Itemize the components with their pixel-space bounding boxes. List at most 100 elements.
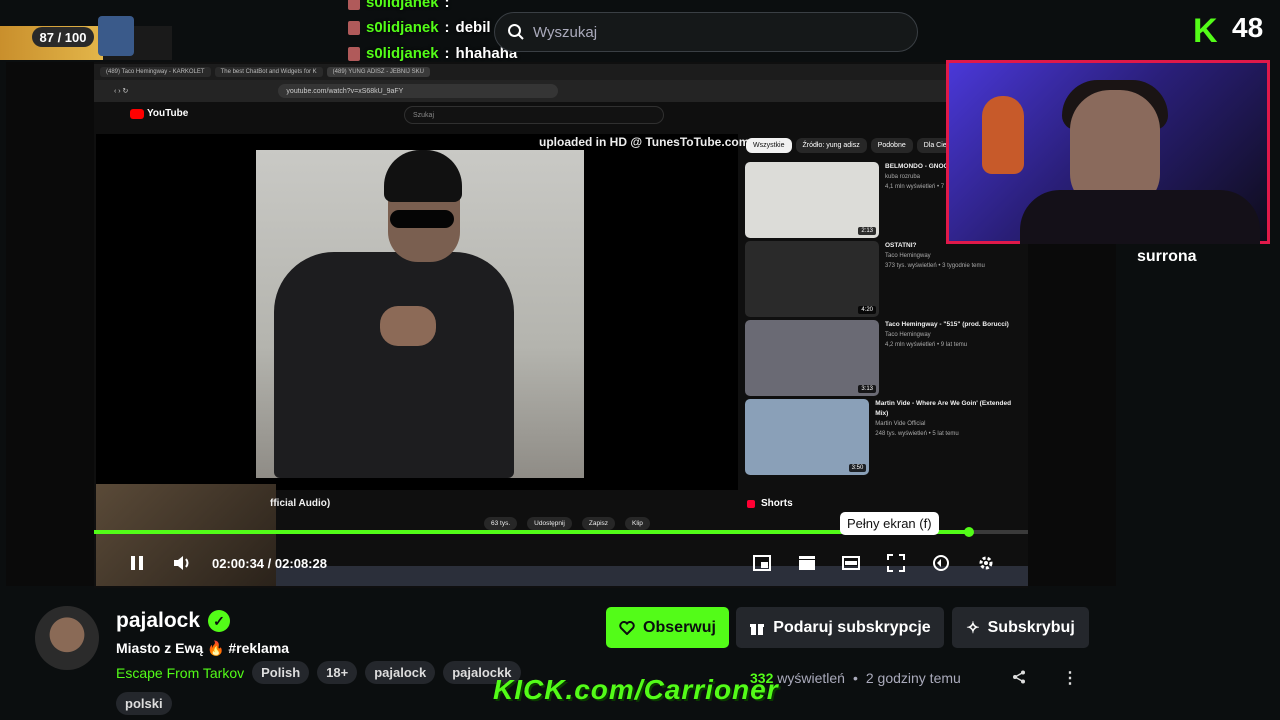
theater-icon [842, 556, 860, 570]
current-time: 02:00:34 [212, 556, 265, 571]
shorts-label: Shorts [761, 498, 793, 509]
gift-label: Podaruj subskrypcje [773, 618, 931, 636]
search-input[interactable]: Wyszukaj [494, 12, 918, 52]
gift-sub-button[interactable]: Podaruj subskrypcje [736, 607, 944, 648]
youtube-filter-chips: Wszystkie Źródło: yung adisz Podobne Dla… [746, 138, 964, 153]
subscribe-label: Subskrybuj [987, 618, 1075, 636]
follow-button[interactable]: Obserwuj [606, 607, 729, 648]
subscribe-button[interactable]: ✧ Subskrybuj [952, 607, 1089, 648]
channel-name[interactable]: pajalock [116, 609, 200, 633]
chat-message: s0lidjanek : debil [348, 19, 491, 36]
chat-text: debil [455, 19, 491, 36]
tag[interactable]: Polish [252, 661, 310, 684]
miniplayer-button[interactable] [751, 552, 773, 574]
goal-avatar [98, 16, 134, 56]
settings-button[interactable] [975, 552, 997, 574]
clip-button[interactable] [796, 552, 818, 574]
share-button[interactable] [1012, 670, 1026, 687]
heart-icon [619, 620, 635, 635]
chat-separator: : [444, 45, 450, 62]
rec-title: Martin Vide - Where Are We Goin' (Extend… [875, 400, 1012, 417]
shorts-icon [747, 499, 755, 508]
upload-watermark: uploaded in HD @ TunesToTube.com [539, 135, 750, 149]
chat-avatar [348, 46, 360, 61]
recommended-video: 3:13 Taco Hemingway - "515" (prod. Boruc… [745, 320, 1015, 396]
streamer-body [1020, 190, 1260, 244]
channel-name-row: pajalock ✓ [116, 609, 231, 633]
chat-username[interactable]: s0lidjanek [366, 19, 439, 36]
share-icon [1013, 670, 1025, 684]
captured-taskbar [276, 566, 1028, 586]
rec-channel: Taco Hemingway [885, 332, 931, 338]
youtube-search: Szukaj [404, 106, 664, 124]
rec-thumbnail: 3:13 [745, 320, 879, 396]
fullscreen-icon [887, 554, 905, 572]
url-field: youtube.com/watch?v=xS68kU_9aFY [278, 84, 559, 98]
like-count: 63 tys. [484, 517, 518, 530]
rewind-button[interactable] [930, 552, 952, 574]
kebab-icon: ⋮ [1062, 670, 1078, 687]
tag[interactable]: 18+ [317, 661, 358, 684]
seek-bar-fill [94, 530, 970, 534]
miniplayer-icon [753, 555, 771, 571]
channel-avatar[interactable] [35, 606, 99, 670]
stream-age: 2 godziny temu [865, 670, 961, 686]
chat-avatar [348, 0, 360, 10]
chat-message: s0lidjanek : [348, 0, 456, 11]
clapper-icon [799, 556, 815, 570]
seek-handle[interactable] [964, 527, 974, 537]
theater-mode-button[interactable] [840, 552, 862, 574]
kick-logo: K [1193, 12, 1218, 50]
save-label: Zapisz [581, 517, 616, 530]
chat-username[interactable]: s0lidjanek [366, 0, 439, 11]
rec-channel: Martin Vide Official [875, 421, 926, 427]
total-time: 02:08:28 [274, 556, 327, 571]
time-display: 02:00:34 / 02:08:28 [212, 556, 327, 571]
browser-tab: (489) YUNG ADISZ - JEBNIJ SKU [326, 67, 430, 77]
shorts-heading: Shorts [747, 498, 793, 509]
fullscreen-button[interactable] [885, 552, 907, 574]
browser-tab: (489) Taco Hemingway - KARKOLET [100, 67, 211, 77]
rec-duration: 2:13 [858, 227, 876, 235]
share-label: Udostępnij [527, 517, 572, 530]
rec-duration: 3:13 [858, 385, 876, 393]
volume-icon [174, 556, 189, 570]
rec-thumbnail: 2:13 [745, 162, 879, 238]
follow-label: Obserwuj [643, 618, 716, 636]
search-placeholder: Wyszukaj [533, 23, 598, 41]
pause-button[interactable] [126, 552, 148, 574]
recommended-video: 3:50 Martin Vide - Where Are We Goin' (E… [745, 399, 1015, 475]
rec-info: 373 tys. wyświetleń • 3 tygodnie temu [885, 263, 985, 269]
tag[interactable]: polski [116, 692, 172, 715]
volume-button[interactable] [171, 552, 193, 574]
gear-icon [979, 556, 993, 570]
tag[interactable]: pajalock [365, 661, 436, 684]
category-link[interactable]: Escape From Tarkov [116, 665, 244, 681]
dot-separator: • [852, 670, 858, 686]
sunglasses [390, 210, 454, 228]
fullscreen-tooltip: Pełny ekran (f) [840, 512, 939, 535]
nav-arrows-icon: ‹ › ↻ [114, 88, 129, 95]
chat-avatar [348, 20, 360, 35]
more-options-button[interactable]: ⋮ [1062, 668, 1078, 688]
rec-thumbnail: 4:20 [745, 241, 879, 317]
time-separator: / [267, 556, 272, 571]
youtube-logo: YouTube [130, 108, 188, 119]
browser-tab: The best ChatBot and Widgets for K [214, 67, 323, 77]
chip: Wszystkie [746, 138, 792, 153]
overlay-chat-username: surrona [1137, 248, 1197, 265]
rec-duration: 3:50 [848, 464, 867, 472]
youtube-play-icon [130, 108, 144, 119]
chat-message: s0lidjanek : hhahaha [348, 45, 517, 62]
views-info: 332 wyświetleń • 2 godziny temu [750, 670, 961, 686]
sparkle-icon: ✧ [966, 619, 980, 637]
chat-username[interactable]: s0lidjanek [366, 45, 439, 62]
search-icon [508, 24, 524, 40]
rec-channel: Taco Hemingway [885, 253, 931, 259]
rec-info: 4,2 mln wyświetleń • 9 lat temu [885, 342, 968, 348]
stream-tags: Escape From Tarkov Polish 18+ pajalock p… [116, 661, 521, 684]
viewer-count: 48 [1232, 12, 1264, 43]
chat-separator: : [444, 19, 450, 36]
rec-thumbnail: 3:50 [745, 399, 870, 475]
browser-tabbar: (489) Taco Hemingway - KARKOLET The best… [94, 64, 950, 80]
